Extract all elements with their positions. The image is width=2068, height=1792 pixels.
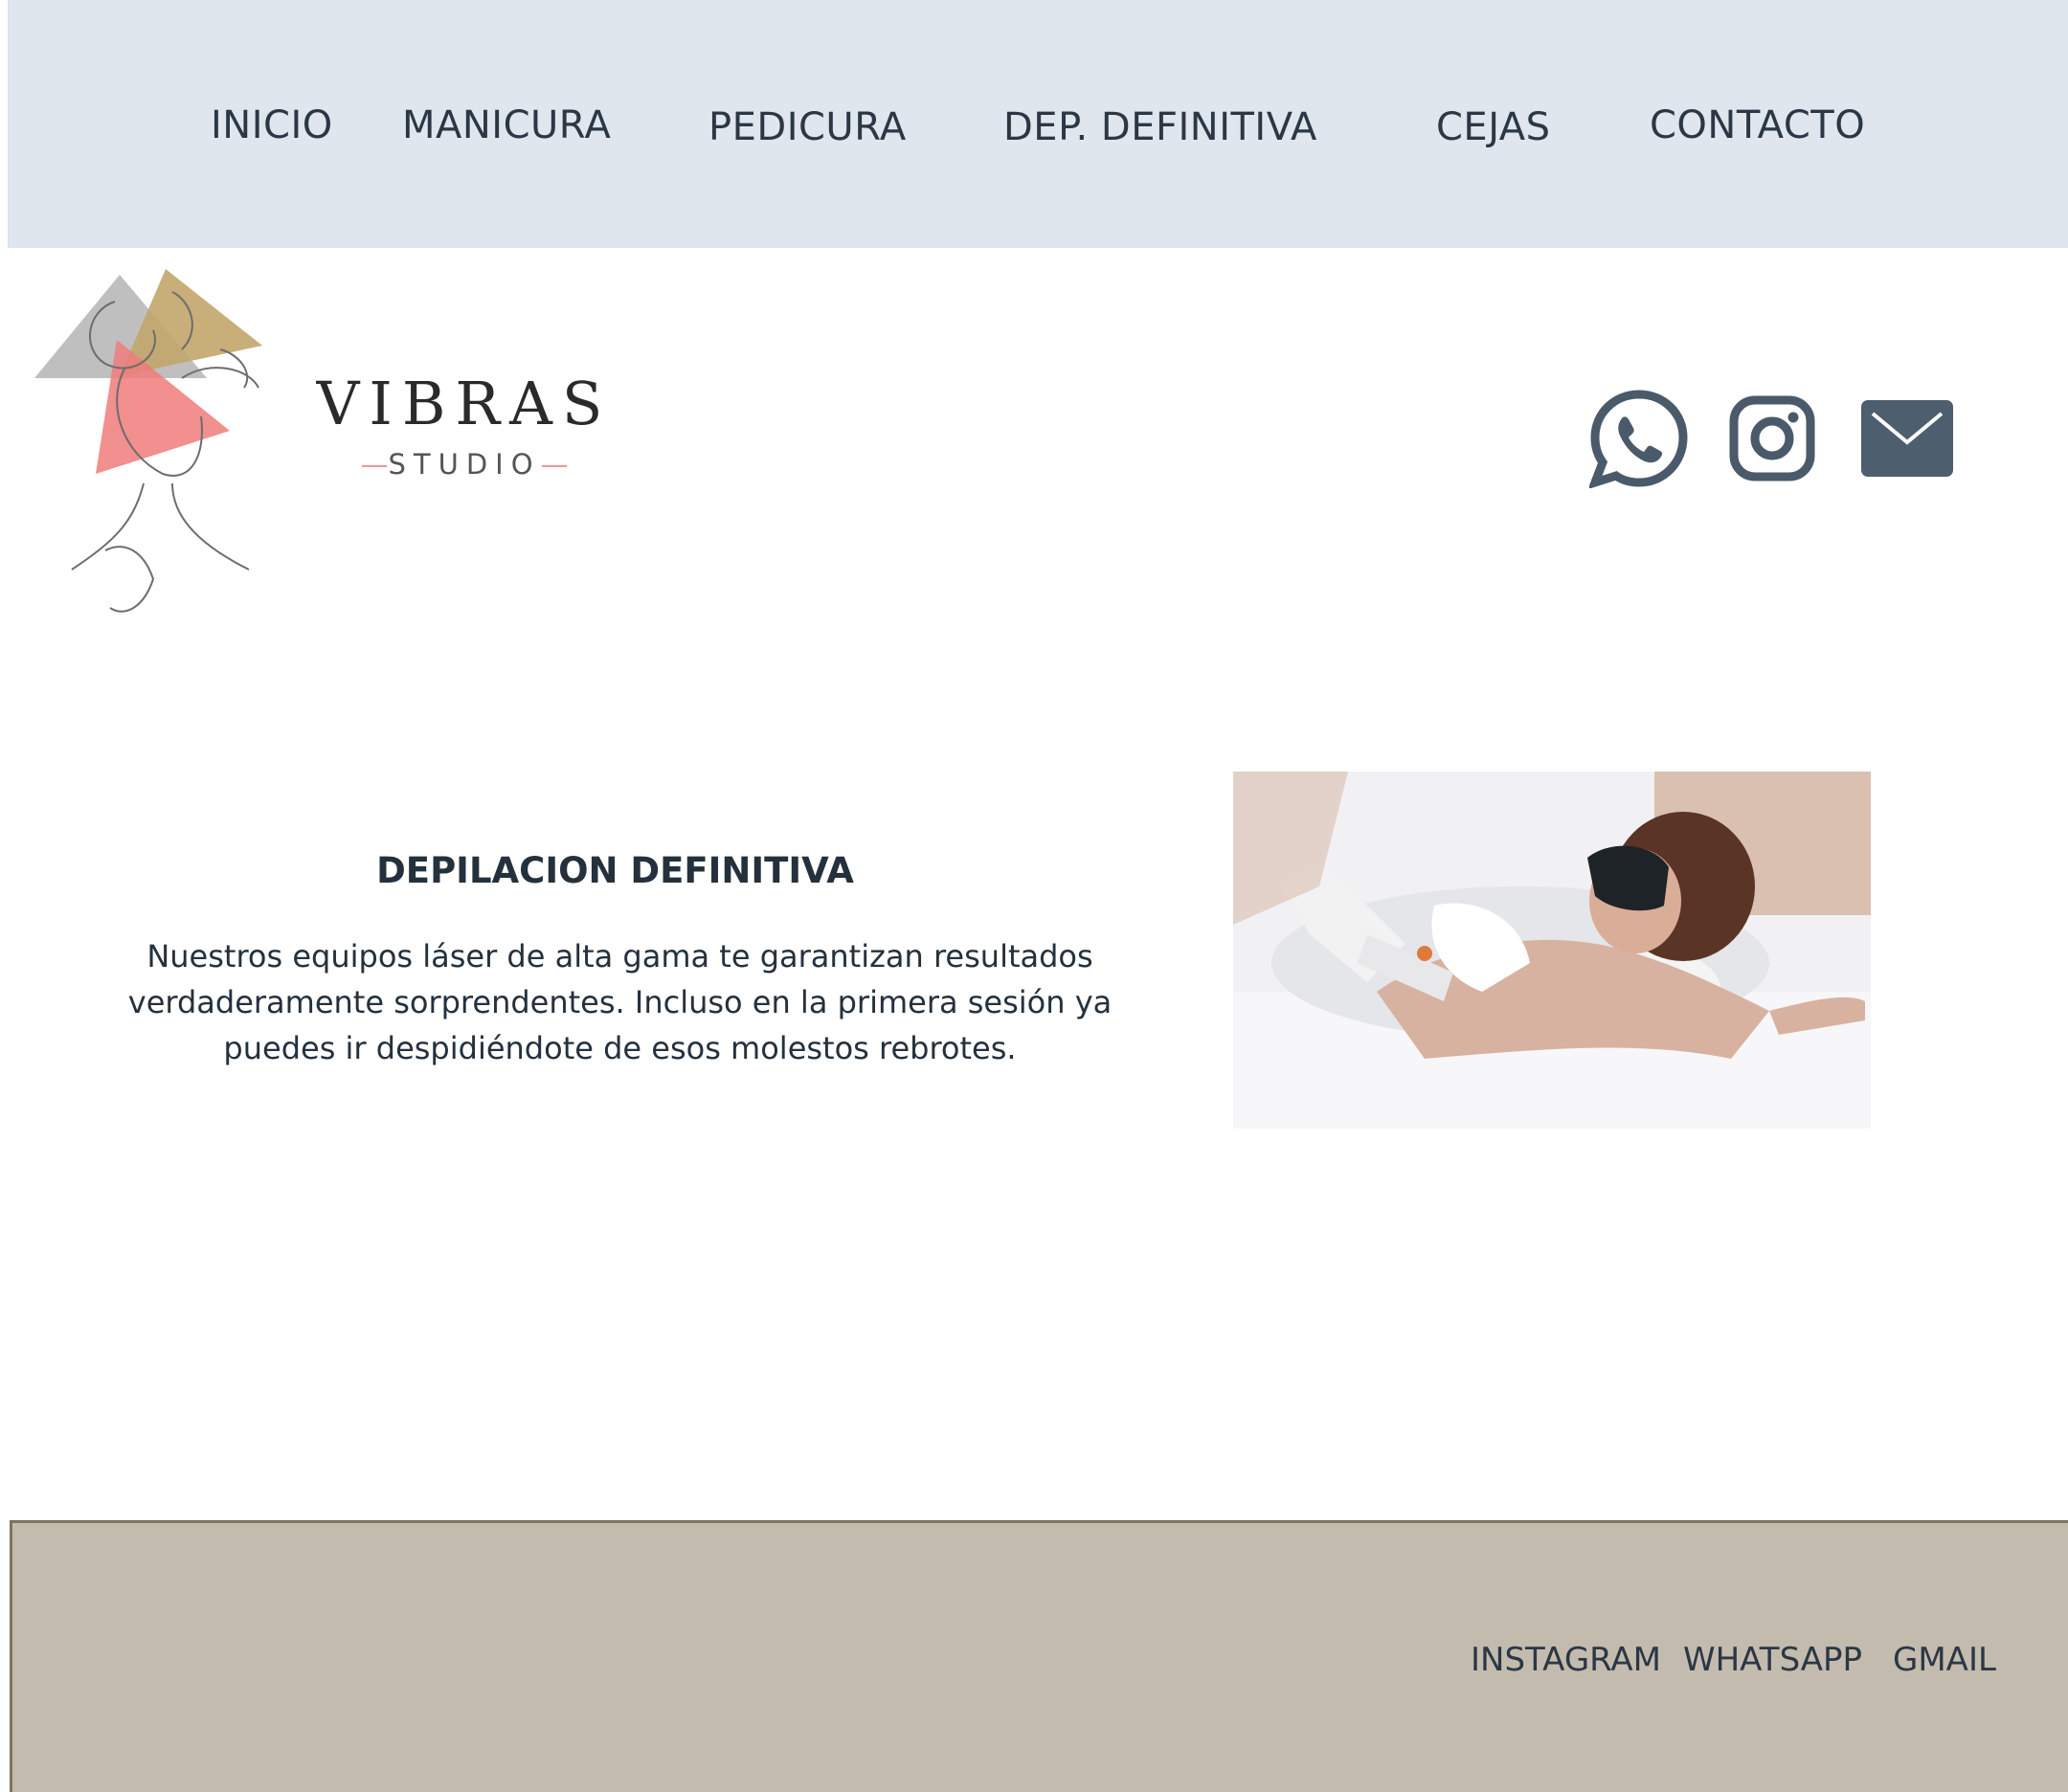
- footer: INSTAGRAM WHATSAPP GMAIL: [10, 1520, 2068, 1792]
- nav-item-manicura[interactable]: MANICURA: [402, 103, 611, 147]
- nav-item-inicio[interactable]: INICIO: [211, 103, 333, 147]
- logo-wordmark: VIBRAS: [316, 369, 613, 438]
- brand-logo[interactable]: VIBRAS —STUDIO—: [29, 263, 602, 617]
- instagram-icon[interactable]: [1729, 395, 1815, 482]
- nav-item-cejas[interactable]: CEJAS: [1436, 105, 1551, 149]
- section-title: DEPILACION DEFINITIVA: [376, 850, 854, 891]
- logo-face-illustration: [34, 269, 262, 613]
- whatsapp-icon[interactable]: [1587, 389, 1689, 490]
- footer-link-gmail[interactable]: GMAIL: [1893, 1641, 1996, 1679]
- nav-item-pedicura[interactable]: PEDICURA: [708, 105, 907, 149]
- top-navigation: INICIO MANICURA PEDICURA DEP. DEFINITIVA…: [8, 0, 2068, 248]
- footer-link-instagram[interactable]: INSTAGRAM: [1471, 1641, 1661, 1679]
- section-description: Nuestros equipos láser de alta gama te g…: [127, 938, 1113, 1066]
- page: INICIO MANICURA PEDICURA DEP. DEFINITIVA…: [0, 0, 2068, 1792]
- footer-link-whatsapp[interactable]: WHATSAPP: [1683, 1641, 1862, 1679]
- laser-treatment-photo: [1233, 772, 1871, 1129]
- nav-item-dep-definitiva[interactable]: DEP. DEFINITIVA: [1003, 105, 1317, 149]
- mail-icon[interactable]: [1861, 400, 1953, 477]
- nav-item-contacto[interactable]: CONTACTO: [1650, 103, 1865, 147]
- logo-subtitle: —STUDIO—: [360, 448, 569, 481]
